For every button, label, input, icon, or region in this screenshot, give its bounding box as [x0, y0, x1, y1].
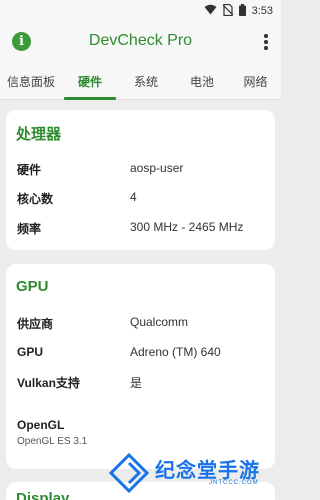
watermark-brand: 纪念堂手游: [155, 458, 260, 482]
tab-network[interactable]: 网络: [230, 62, 281, 100]
more-options-icon[interactable]: [261, 31, 271, 53]
tab-hardware[interactable]: 硬件: [62, 62, 118, 100]
status-time: 3:53: [251, 5, 273, 17]
watermark: 纪念堂手游 JNTCCC.COM: [108, 448, 279, 498]
battery-icon: [238, 3, 246, 19]
tab-bar: 信息面板 硬件 系统 电池 网络: [0, 62, 281, 100]
row-value: Qualcomm: [130, 315, 189, 329]
opengl-label: OpenGL: [17, 418, 65, 432]
status-bar: 3:53: [0, 0, 281, 22]
row-label: 供应商: [17, 317, 54, 331]
row-label: Vulkan支持: [17, 376, 80, 390]
card-title: Display: [16, 490, 70, 500]
tab-system[interactable]: 系统: [118, 62, 174, 100]
gpu-card: GPU 供应商 Qualcomm GPU Adreno (TM) 640 Vul…: [6, 264, 275, 469]
opengl-value: OpenGL ES 3.1: [17, 436, 88, 447]
row-value: Adreno (TM) 640: [130, 345, 221, 359]
row-value: aosp-user: [130, 161, 184, 175]
processor-card: 处理器 硬件 aosp-user 核心数 4 频率 300 MHz - 2465…: [6, 110, 275, 250]
row-label: GPU: [17, 345, 44, 359]
card-title: 处理器: [16, 126, 62, 143]
row-label: 硬件: [17, 163, 42, 177]
row-value: 4: [130, 190, 137, 204]
row-label: 频率: [17, 222, 42, 236]
watermark-logo-icon: [108, 452, 150, 494]
tab-dashboard[interactable]: 信息面板: [0, 62, 62, 100]
tab-indicator: [64, 97, 116, 100]
row-value: 300 MHz - 2465 MHz: [130, 220, 244, 234]
card-title: GPU: [16, 278, 49, 295]
wifi-icon: [204, 4, 217, 18]
app-title: DevCheck Pro: [88, 32, 193, 49]
app-bar: i DevCheck Pro: [0, 22, 281, 62]
tab-battery[interactable]: 电池: [174, 62, 230, 100]
row-label: 核心数: [17, 192, 54, 206]
watermark-url: JNTCCC.COM: [209, 480, 259, 486]
row-value: 是: [130, 376, 143, 390]
no-sim-icon: [222, 3, 234, 19]
